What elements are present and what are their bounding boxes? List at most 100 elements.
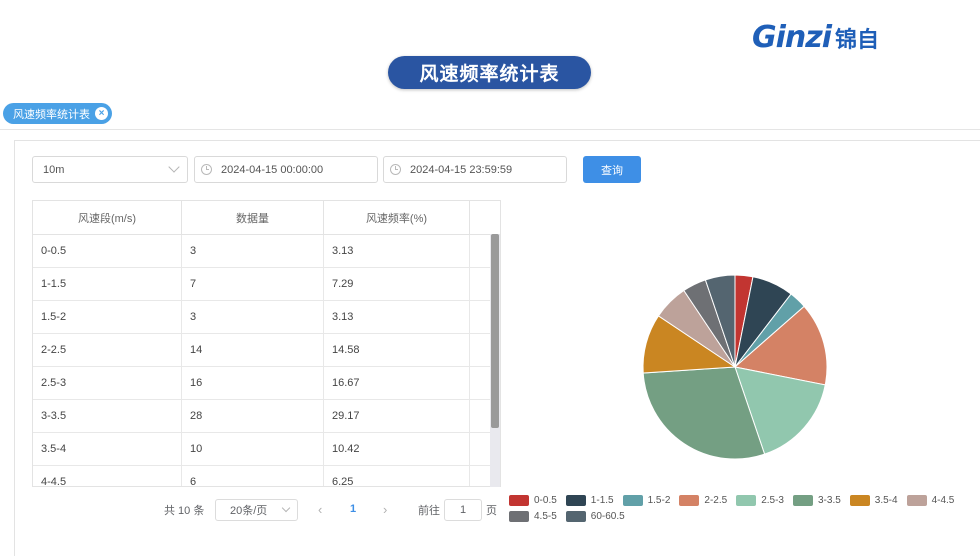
interval-value: 10m bbox=[43, 163, 65, 176]
clock-icon bbox=[390, 164, 401, 175]
goto-label: 前往 bbox=[418, 505, 440, 517]
table-row[interactable]: 2-2.5 14 14.58 bbox=[33, 334, 500, 367]
tab-wind-frequency[interactable]: 风速频率统计表 × bbox=[3, 103, 112, 124]
legend-item-1.5-2[interactable]: 1.5-2 bbox=[622, 495, 671, 506]
tab-label: 风速频率统计表 bbox=[13, 108, 90, 121]
end-time-picker[interactable]: 2024-04-15 23:59:59 bbox=[383, 156, 567, 183]
header-wind-range[interactable]: 风速段(m/s) bbox=[33, 201, 182, 234]
cell-count: 3 bbox=[182, 235, 324, 267]
end-time-value: 2024-04-15 23:59:59 bbox=[410, 163, 513, 176]
tab-bar-divider bbox=[0, 129, 980, 130]
cell-frequency: 14.58 bbox=[324, 334, 470, 366]
legend-item-3-3.5[interactable]: 3-3.5 bbox=[792, 495, 841, 506]
logo-text-cn: 锦自 bbox=[835, 27, 880, 53]
cell-frequency: 29.17 bbox=[324, 400, 470, 432]
legend-label: 4.5-5 bbox=[534, 511, 557, 522]
page-number-current[interactable]: 1 bbox=[350, 503, 356, 515]
cell-wind-range: 1-1.5 bbox=[33, 268, 182, 300]
cell-wind-range: 2-2.5 bbox=[33, 334, 182, 366]
goto-page-input[interactable]: 1 bbox=[444, 499, 482, 521]
pagination-total: 共 10 条 bbox=[164, 505, 205, 517]
start-time-value: 2024-04-15 00:00:00 bbox=[221, 163, 324, 176]
cell-frequency: 7.29 bbox=[324, 268, 470, 300]
app-root: Ginzi 锦自 风速频率统计表 风速频率统计表 × 10m 2024-04-1… bbox=[0, 0, 980, 556]
next-page-button[interactable]: › bbox=[383, 502, 387, 517]
legend-label: 2.5-3 bbox=[761, 495, 784, 506]
cell-wind-range: 0-0.5 bbox=[33, 235, 182, 267]
cell-frequency: 16.67 bbox=[324, 367, 470, 399]
table-scrollbar-thumb[interactable] bbox=[491, 234, 499, 428]
legend-item-4.5-5[interactable]: 4.5-5 bbox=[509, 511, 557, 522]
legend-swatch bbox=[509, 495, 529, 506]
clock-icon bbox=[201, 164, 212, 175]
brand-logo: Ginzi 锦自 bbox=[752, 20, 879, 55]
prev-page-button[interactable]: ‹ bbox=[318, 502, 322, 517]
legend-label: 2-2.5 bbox=[704, 495, 728, 506]
legend-item-2-2.5[interactable]: 2-2.5 bbox=[679, 495, 727, 506]
legend-label: 1.5-2 bbox=[647, 495, 671, 506]
interval-select[interactable]: 10m bbox=[32, 156, 188, 183]
wind-frequency-pie-chart bbox=[642, 274, 828, 460]
start-time-picker[interactable]: 2024-04-15 00:00:00 bbox=[194, 156, 378, 183]
page-size-select[interactable]: 20条/页 bbox=[215, 499, 298, 521]
cell-wind-range: 4-4.5 bbox=[33, 466, 182, 486]
cell-count: 14 bbox=[182, 334, 324, 366]
chart-legend: 0-0.5 1-1.5 1.5-2 2-2.5 2.5-3 3-3.5 3.5-4 4-4.5… bbox=[509, 495, 980, 522]
table-header: 风速段(m/s) 数据量 风速频率(%) bbox=[33, 201, 500, 235]
legend-item-0-0.5[interactable]: 0-0.5 bbox=[509, 495, 557, 506]
legend-swatch bbox=[565, 495, 586, 506]
cell-frequency: 6.25 bbox=[324, 466, 470, 486]
chevron-down-icon bbox=[168, 161, 180, 173]
legend-swatch bbox=[565, 511, 586, 522]
cell-count: 7 bbox=[182, 268, 324, 300]
cell-wind-range: 2.5-3 bbox=[33, 367, 182, 399]
chevron-down-icon bbox=[281, 503, 291, 513]
legend-item-2.5-3[interactable]: 2.5-3 bbox=[736, 495, 784, 506]
header-count[interactable]: 数据量 bbox=[182, 201, 324, 234]
close-icon[interactable]: × bbox=[95, 107, 108, 120]
legend-label: 60-60.5 bbox=[590, 511, 625, 522]
table-row[interactable]: 1.5-2 3 3.13 bbox=[33, 301, 500, 334]
goto-suffix: 页 bbox=[486, 505, 497, 517]
table-row[interactable]: 2.5-3 16 16.67 bbox=[33, 367, 500, 400]
legend-swatch bbox=[849, 495, 870, 506]
cell-wind-range: 3-3.5 bbox=[33, 400, 182, 432]
legend-swatch bbox=[509, 511, 529, 522]
page-size-value: 20条/页 bbox=[230, 505, 268, 517]
cell-frequency: 3.13 bbox=[324, 301, 470, 333]
table-row[interactable]: 3.5-4 10 10.42 bbox=[33, 433, 500, 466]
header-gutter bbox=[470, 201, 500, 234]
data-table: 风速段(m/s) 数据量 风速频率(%) 0-0.5 3 3.13 1-1.5 … bbox=[32, 200, 501, 487]
cell-count: 6 bbox=[182, 466, 324, 486]
table-row[interactable]: 4-4.5 6 6.25 bbox=[33, 466, 500, 486]
logo-text-en: Ginzi bbox=[752, 20, 832, 55]
cell-count: 3 bbox=[182, 301, 324, 333]
legend-label: 1-1.5 bbox=[590, 495, 614, 506]
cell-frequency: 10.42 bbox=[324, 433, 470, 465]
query-button[interactable]: 查询 bbox=[583, 156, 641, 183]
legend-swatch bbox=[679, 495, 700, 506]
legend-item-3.5-4[interactable]: 3.5-4 bbox=[849, 495, 898, 506]
legend-label: 3-3.5 bbox=[817, 495, 841, 506]
header-frequency[interactable]: 风速频率(%) bbox=[324, 201, 470, 234]
cell-frequency: 3.13 bbox=[324, 235, 470, 267]
legend-item-1-1.5[interactable]: 1-1.5 bbox=[565, 495, 614, 506]
cell-count: 10 bbox=[182, 433, 324, 465]
cell-wind-range: 3.5-4 bbox=[33, 433, 182, 465]
legend-label: 4-4.5 bbox=[931, 495, 955, 506]
legend-swatch bbox=[736, 495, 757, 506]
legend-swatch bbox=[792, 495, 813, 506]
legend-item-4-4.5[interactable]: 4-4.5 bbox=[906, 495, 955, 506]
table-row[interactable]: 0-0.5 3 3.13 bbox=[33, 235, 500, 268]
legend-swatch bbox=[906, 495, 927, 506]
cell-count: 28 bbox=[182, 400, 324, 432]
legend-item-60-60.5[interactable]: 60-60.5 bbox=[565, 511, 625, 522]
legend-label: 3.5-4 bbox=[874, 495, 898, 506]
legend-swatch bbox=[622, 495, 643, 506]
table-row[interactable]: 1-1.5 7 7.29 bbox=[33, 268, 500, 301]
cell-wind-range: 1.5-2 bbox=[33, 301, 182, 333]
table-row[interactable]: 3-3.5 28 29.17 bbox=[33, 400, 500, 433]
cell-count: 16 bbox=[182, 367, 324, 399]
page-title: 风速频率统计表 bbox=[388, 56, 591, 89]
legend-label: 0-0.5 bbox=[534, 495, 557, 506]
